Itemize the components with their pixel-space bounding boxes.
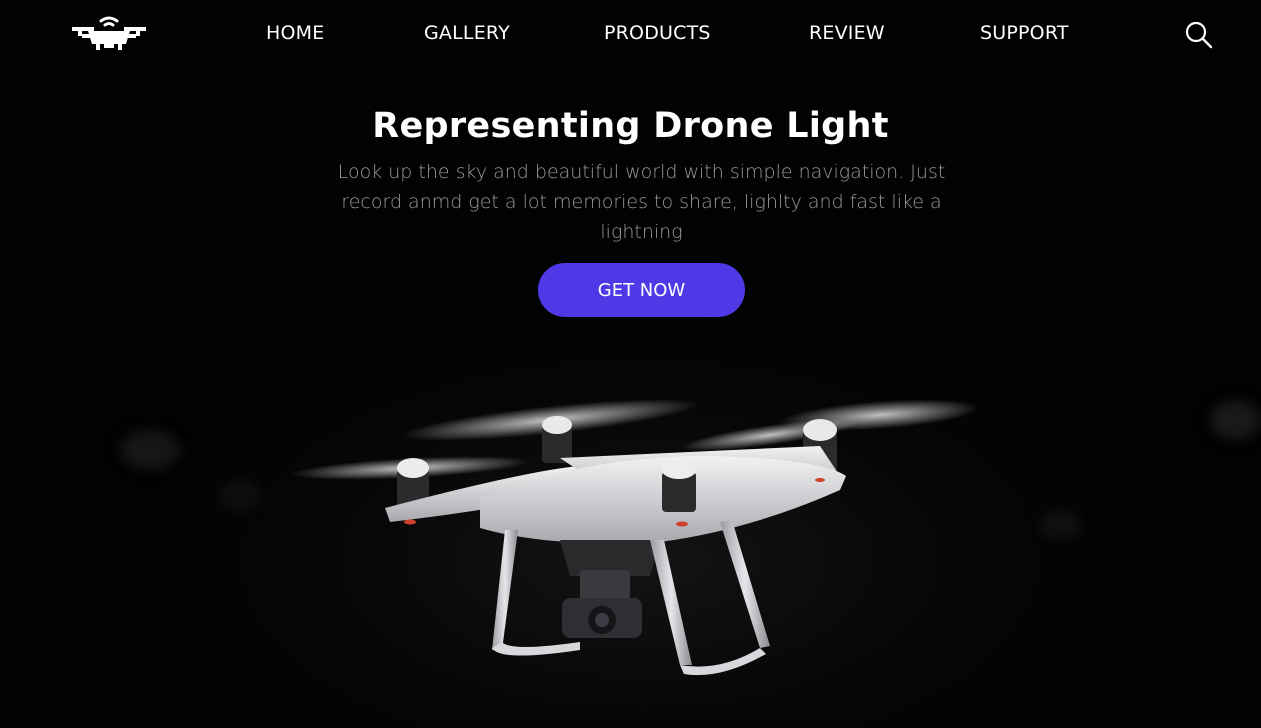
- hero-subtitle: Look up the sky and beautiful world with…: [337, 161, 946, 243]
- nav-item-support[interactable]: SUPPORT: [980, 22, 1069, 44]
- nav-item-gallery[interactable]: GALLERY: [424, 22, 510, 44]
- drone-image: [290, 399, 980, 676]
- hero-title: Representing Drone Light: [372, 106, 889, 146]
- get-now-button[interactable]: GET NOW: [538, 263, 745, 317]
- nav-item-home[interactable]: HOME: [266, 22, 324, 44]
- bokeh-light: [120, 430, 180, 470]
- bokeh-light: [1040, 510, 1080, 540]
- bokeh-light: [220, 480, 260, 510]
- nav-item-products[interactable]: PRODUCTS: [604, 22, 711, 44]
- drone-wifi-icon[interactable]: [70, 14, 148, 54]
- search-icon[interactable]: [1184, 20, 1214, 50]
- bokeh-light: [1210, 400, 1260, 440]
- top-navigation: HOME GALLERY PRODUCTS REVIEW SUPPORT: [0, 0, 1261, 70]
- nav-item-review[interactable]: REVIEW: [809, 22, 885, 44]
